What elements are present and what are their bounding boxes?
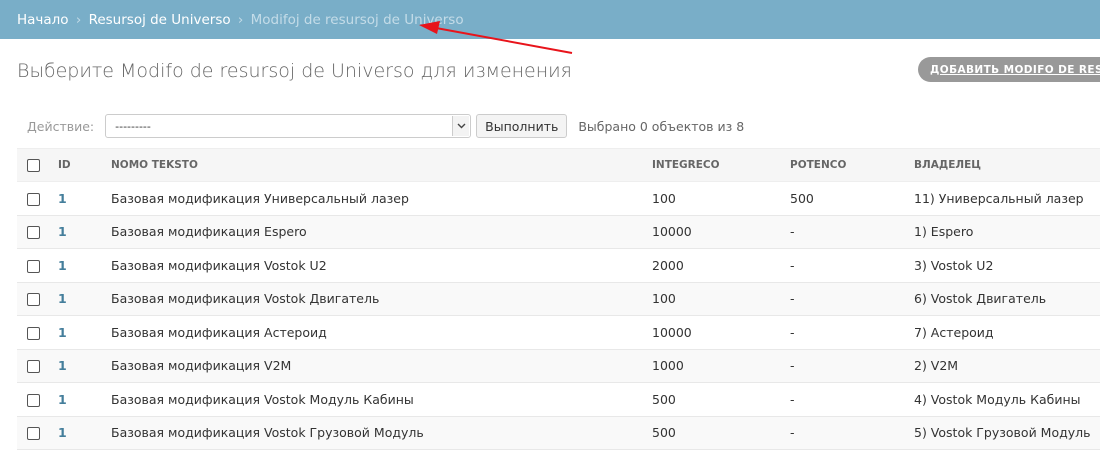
id-link[interactable]: 1 bbox=[58, 224, 67, 239]
table-row: 1 Базовая модификация Vostok Модуль Каби… bbox=[17, 382, 1100, 417]
name-cell: Базовая модификация V2M bbox=[111, 349, 652, 383]
row-checkbox-cell bbox=[17, 215, 58, 249]
name-cell: Базовая модификация Vostok Грузовой Моду… bbox=[111, 416, 652, 450]
integreco-cell: 10000 bbox=[652, 215, 790, 249]
potenco-cell: - bbox=[790, 282, 914, 316]
potenco-cell: - bbox=[790, 315, 914, 350]
name-cell: Базовая модификация Универсальный лазер bbox=[111, 181, 652, 216]
row-checkbox[interactable] bbox=[27, 393, 40, 407]
integreco-cell: 500 bbox=[652, 416, 790, 450]
actions-bar: Действие: --------- Выполнить Выбрано 0 … bbox=[17, 113, 744, 139]
selection-counter: Выбрано 0 объектов из 8 bbox=[578, 118, 745, 134]
integreco-cell: 100 bbox=[652, 181, 790, 216]
breadcrumb-separator: › bbox=[75, 12, 82, 28]
row-checkbox-cell bbox=[17, 382, 58, 417]
row-checkbox-cell bbox=[17, 248, 58, 283]
id-cell: 1 bbox=[58, 416, 111, 450]
table-row: 1 Базовая модификация Vostok Двигатель 1… bbox=[17, 282, 1100, 316]
action-select-value: --------- bbox=[115, 119, 151, 133]
table-row: 1 Базовая модификация Астероид 10000 - 7… bbox=[17, 315, 1100, 350]
breadcrumb-current: Modifoj de resursoj de Universo bbox=[250, 12, 464, 28]
table-row: 1 Базовая модификация V2M 1000 - 2) V2M bbox=[17, 349, 1100, 383]
page-title: Выберите Modifo de resursoj de Universo … bbox=[17, 60, 572, 82]
potenco-cell: - bbox=[790, 382, 914, 417]
table-row: 1 Базовая модификация Vostok Грузовой Мо… bbox=[17, 416, 1100, 450]
row-checkbox[interactable] bbox=[27, 427, 40, 441]
select-all-checkbox[interactable] bbox=[27, 158, 40, 172]
id-cell: 1 bbox=[58, 181, 111, 216]
potenco-cell: - bbox=[790, 248, 914, 283]
potenco-cell: - bbox=[790, 416, 914, 450]
name-cell: Базовая модификация Vostok Двигатель bbox=[111, 282, 652, 316]
row-checkbox-cell bbox=[17, 181, 58, 216]
id-cell: 1 bbox=[58, 248, 111, 283]
id-link[interactable]: 1 bbox=[58, 425, 67, 440]
id-link[interactable]: 1 bbox=[58, 392, 67, 407]
results-table: ID NOMO TEKSTO INTEGRECO POTENCO ВЛАДЕЛЕ… bbox=[17, 148, 1100, 450]
name-cell: Базовая модификация Vostok U2 bbox=[111, 248, 652, 283]
action-select[interactable]: --------- bbox=[105, 114, 472, 138]
table-row: 1 Базовая модификация Универсальный лазе… bbox=[17, 181, 1100, 216]
table-row: 1 Базовая модификация Vostok U2 2000 - 3… bbox=[17, 248, 1100, 283]
row-checkbox[interactable] bbox=[27, 226, 40, 240]
select-all-column bbox=[17, 148, 58, 182]
integreco-cell: 1000 bbox=[652, 349, 790, 383]
id-link[interactable]: 1 bbox=[58, 291, 67, 306]
row-checkbox[interactable] bbox=[27, 293, 40, 307]
owner-cell: 11) Универсальный лазер bbox=[914, 181, 1100, 216]
id-cell: 1 bbox=[58, 315, 111, 350]
id-link[interactable]: 1 bbox=[58, 325, 67, 340]
potenco-cell: - bbox=[790, 349, 914, 383]
id-link[interactable]: 1 bbox=[58, 258, 67, 273]
name-cell: Базовая модификация Астероид bbox=[111, 315, 652, 350]
row-checkbox-cell bbox=[17, 315, 58, 350]
column-header-potenco[interactable]: POTENCO bbox=[790, 148, 914, 182]
add-modifo-button[interactable]: ДОБАВИТЬ MODIFO DE RESURSOJ DE UNIVERSO bbox=[918, 57, 1100, 82]
name-cell: Базовая модификация Vostok Модуль Кабины bbox=[111, 382, 652, 417]
chevron-down-icon bbox=[452, 116, 470, 136]
column-header-id[interactable]: ID bbox=[58, 148, 111, 182]
table-row: 1 Базовая модификация Espero 10000 - 1) … bbox=[17, 215, 1100, 249]
breadcrumb-separator: › bbox=[237, 12, 244, 28]
row-checkbox[interactable] bbox=[27, 192, 40, 206]
potenco-cell: - bbox=[790, 215, 914, 249]
column-header-nomo-teksto[interactable]: NOMO TEKSTO bbox=[111, 148, 652, 182]
id-cell: 1 bbox=[58, 215, 111, 249]
owner-cell: 4) Vostok Модуль Кабины bbox=[914, 382, 1100, 417]
owner-cell: 7) Астероид bbox=[914, 315, 1100, 350]
potenco-cell: 500 bbox=[790, 181, 914, 216]
id-cell: 1 bbox=[58, 382, 111, 417]
action-label: Действие: bbox=[27, 118, 95, 134]
id-link[interactable]: 1 bbox=[58, 358, 67, 373]
owner-cell: 5) Vostok Грузовой Модуль bbox=[914, 416, 1100, 450]
id-cell: 1 bbox=[58, 349, 111, 383]
owner-cell: 1) Espero bbox=[914, 215, 1100, 249]
owner-cell: 6) Vostok Двигатель bbox=[914, 282, 1100, 316]
name-cell: Базовая модификация Espero bbox=[111, 215, 652, 249]
integreco-cell: 100 bbox=[652, 282, 790, 316]
id-link[interactable]: 1 bbox=[58, 191, 67, 206]
integreco-cell: 2000 bbox=[652, 248, 790, 283]
integreco-cell: 10000 bbox=[652, 315, 790, 350]
run-action-button[interactable]: Выполнить bbox=[476, 114, 568, 138]
row-checkbox[interactable] bbox=[27, 259, 40, 273]
column-header-integreco[interactable]: INTEGRECO bbox=[652, 148, 790, 182]
breadcrumb: Начало › Resursoj de Universo › Modifoj … bbox=[0, 0, 1100, 39]
column-header-owner[interactable]: ВЛАДЕЛЕЦ bbox=[914, 148, 1100, 182]
integreco-cell: 500 bbox=[652, 382, 790, 417]
breadcrumb-home-link[interactable]: Начало bbox=[17, 12, 69, 28]
row-checkbox[interactable] bbox=[27, 326, 40, 340]
id-cell: 1 bbox=[58, 282, 111, 316]
owner-cell: 2) V2M bbox=[914, 349, 1100, 383]
table-header-row: ID NOMO TEKSTO INTEGRECO POTENCO ВЛАДЕЛЕ… bbox=[17, 148, 1100, 182]
breadcrumb-section-link[interactable]: Resursoj de Universo bbox=[89, 12, 231, 28]
owner-cell: 3) Vostok U2 bbox=[914, 248, 1100, 283]
row-checkbox-cell bbox=[17, 349, 58, 383]
row-checkbox-cell bbox=[17, 416, 58, 450]
row-checkbox[interactable] bbox=[27, 360, 40, 374]
row-checkbox-cell bbox=[17, 282, 58, 316]
